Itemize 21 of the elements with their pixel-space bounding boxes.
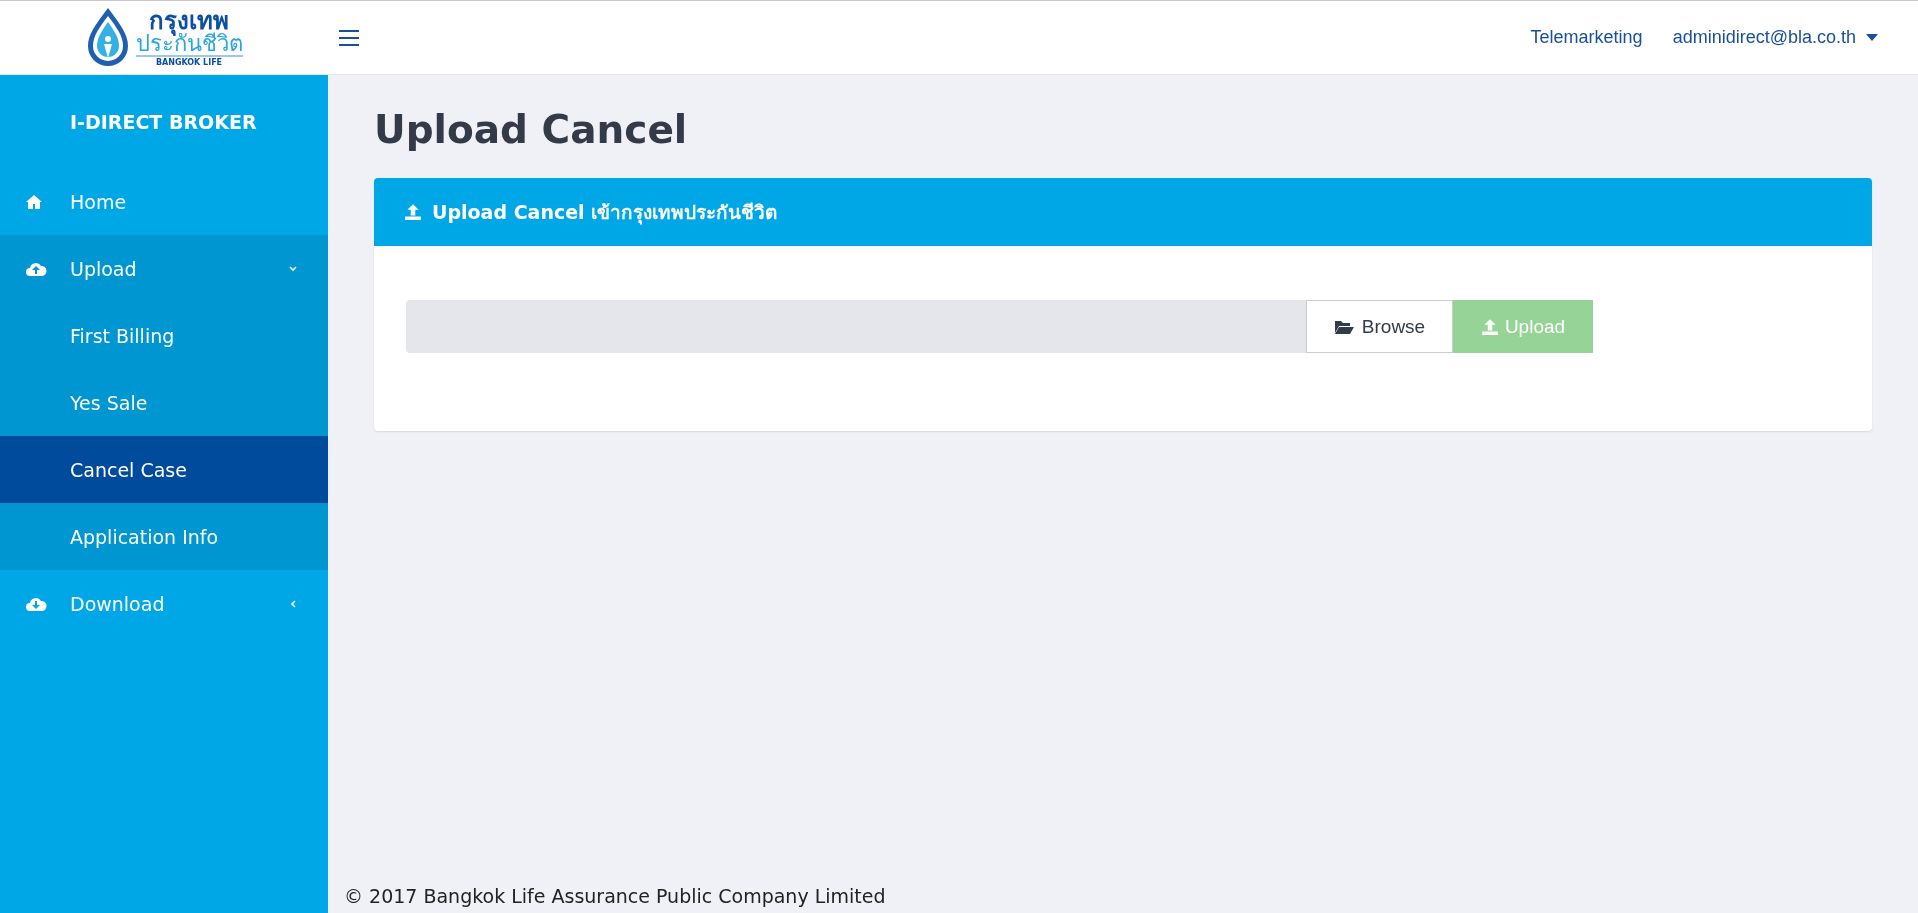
logo-text: BANGKOK LIFE — [155, 58, 223, 67]
folder-icon — [1333, 318, 1354, 335]
sidebar-item[interactable]: Download — [0, 570, 328, 637]
sidebar-subitem[interactable]: Cancel Case — [0, 436, 328, 503]
footer-text: © 2017 Bangkok Life Assurance Public Company Limited — [344, 885, 887, 909]
upload-icon — [404, 203, 422, 221]
cloud-upload-icon — [25, 260, 47, 277]
sidebar-item[interactable]: Upload — [0, 235, 328, 302]
file-field[interactable] — [406, 300, 1306, 353]
sidebar-item[interactable]: Home — [0, 168, 328, 235]
caret-icon — [1866, 34, 1878, 41]
header-link[interactable]: Telemarketing — [1530, 27, 1643, 48]
page-title: Upload Cancel — [374, 107, 689, 152]
panel-title: Upload Cancel เข้ากรุงเทพประกันชีวิต — [432, 200, 778, 227]
sidebar-brand: I-DIRECT BROKER — [69, 109, 258, 135]
browse-button[interactable]: Browse — [1306, 300, 1453, 353]
menu-icon — [338, 27, 360, 48]
cloud-download-icon — [25, 595, 47, 612]
upload-icon — [1480, 317, 1499, 336]
user-menu[interactable]: adminidirect@bla.co.th — [1672, 27, 1878, 48]
home-icon — [25, 193, 43, 210]
